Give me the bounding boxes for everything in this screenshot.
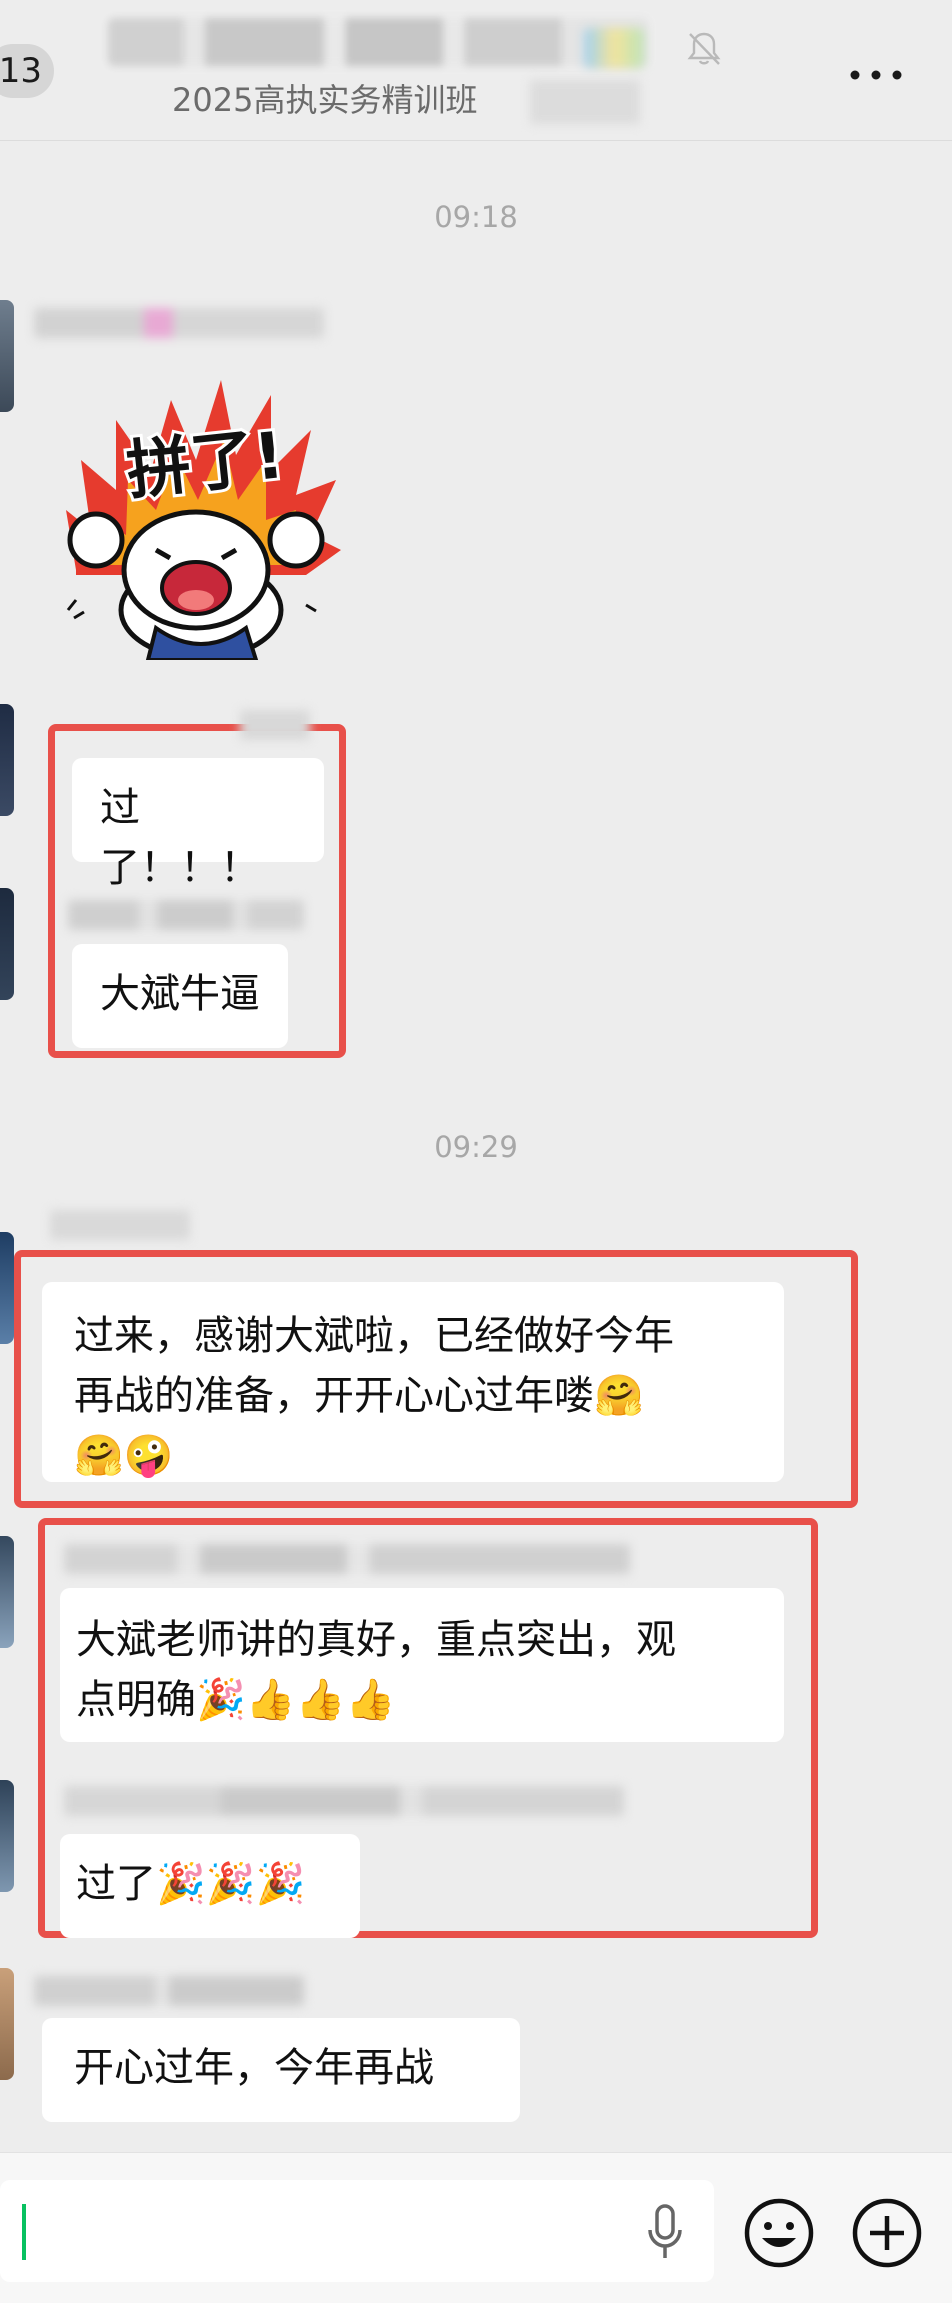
thumbs-up-emoji: 👍	[345, 1677, 396, 1723]
timestamp: 09:29	[434, 1130, 518, 1164]
sender-name-blurred	[240, 710, 310, 740]
sender-name-blurred	[50, 1210, 190, 1240]
avatar[interactable]	[0, 888, 14, 1000]
emoji-button-icon[interactable]	[742, 2196, 816, 2270]
text-cursor	[22, 2204, 26, 2260]
message-bubble[interactable]: 开心过年，今年再战	[42, 2018, 520, 2122]
chat-subtitle: 2025高执实务精训班	[172, 81, 478, 119]
message-input[interactable]	[0, 2180, 714, 2282]
thumbs-up-emoji: 👍	[245, 1677, 296, 1723]
avatar[interactable]	[0, 704, 14, 816]
avatar[interactable]	[0, 300, 14, 412]
sender-name-blurred	[64, 1544, 630, 1574]
back-button-unread-count[interactable]: 13	[0, 44, 54, 98]
chat-title-blurred	[108, 18, 648, 66]
mute-bell-icon	[687, 32, 721, 65]
message-text: 再战的准备，开开心心过年喽	[74, 1373, 594, 1419]
message-bubble[interactable]: 大斌老师讲的真好，重点突出，观 点明确🎉👍👍👍	[60, 1588, 784, 1742]
message-text: 过了	[76, 1861, 156, 1907]
message-bubble[interactable]: 过了🎉🎉🎉	[60, 1834, 360, 1938]
plus-button-icon[interactable]	[850, 2196, 924, 2270]
microphone-icon[interactable]	[646, 2204, 684, 2262]
subtitle-blurred-part	[530, 80, 640, 124]
title-emoji-blurred	[584, 28, 644, 68]
message-bubble[interactable]: 大斌牛逼	[72, 944, 288, 1048]
sender-name-blurred	[34, 1976, 304, 2006]
message-line: 🤗🤪	[74, 1426, 752, 1486]
hug-emoji: 🤗	[594, 1373, 644, 1419]
message-line: 大斌老师讲的真好，重点突出，观	[76, 1617, 676, 1663]
party-emoji: 🎉	[196, 1677, 246, 1723]
sender-name-blurred	[68, 900, 304, 930]
avatar[interactable]	[0, 1536, 14, 1648]
hug-emoji: 🤗	[74, 1433, 124, 1479]
party-emoji: 🎉	[156, 1861, 206, 1907]
message-line: 点明确🎉👍👍👍	[76, 1670, 768, 1730]
avatar[interactable]	[0, 1780, 14, 1892]
message-line: 过来，感谢大斌啦，已经做好今年	[74, 1313, 674, 1359]
message-bubble[interactable]: 过了！！！	[72, 758, 324, 891]
message-text: 点明确	[76, 1677, 196, 1723]
party-emoji: 🎉	[205, 1861, 256, 1907]
message-line: 再战的准备，开开心心过年喽🤗	[74, 1366, 752, 1426]
more-options-icon[interactable]	[850, 70, 902, 80]
timestamp: 09:18	[434, 200, 518, 234]
message-bubble[interactable]: 过来，感谢大斌啦，已经做好今年 再战的准备，开开心心过年喽🤗 🤗🤪	[42, 1282, 784, 1482]
sender-name-blurred	[34, 308, 324, 338]
party-emoji: 🎉	[255, 1861, 306, 1907]
avatar[interactable]	[0, 1232, 14, 1344]
face-emoji: 🤪	[123, 1433, 174, 1479]
avatar[interactable]	[0, 1968, 14, 2080]
sender-name-blurred	[64, 1786, 624, 1816]
sticker-image[interactable]: 拼了!	[56, 360, 346, 660]
thumbs-up-emoji: 👍	[295, 1677, 346, 1723]
